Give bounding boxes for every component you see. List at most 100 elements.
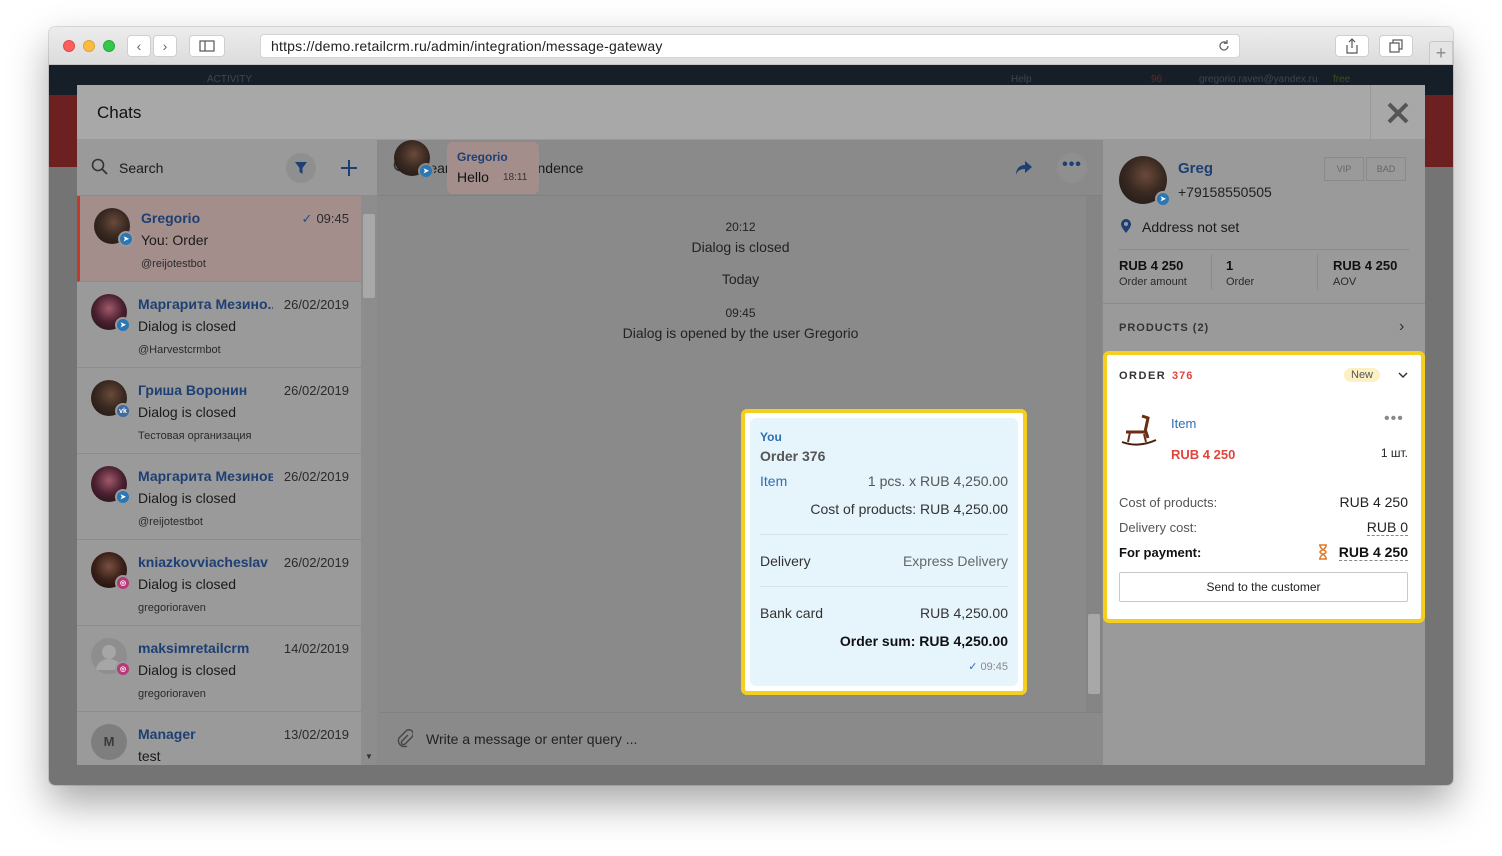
close-icon: [1387, 102, 1409, 123]
more-icon: •••: [1062, 156, 1082, 173]
chat-list-scrollbar[interactable]: ▼: [361, 196, 377, 765]
bad-tag-button[interactable]: BAD: [1366, 157, 1406, 181]
share-button[interactable]: [1335, 35, 1369, 57]
forward-button[interactable]: ›: [153, 35, 177, 57]
send-to-customer-button[interactable]: Send to the customer: [1119, 572, 1408, 602]
avatar: ➤: [394, 140, 434, 179]
scrollbar-thumb[interactable]: [363, 214, 375, 298]
vip-tag-button[interactable]: VIP: [1324, 157, 1364, 181]
divider: [1211, 254, 1212, 290]
chat-item[interactable]: ➤ Маргарита Мезино... 26/02/2019 Dialog …: [77, 282, 361, 368]
products-section[interactable]: PRODUCTS (2): [1119, 322, 1209, 334]
telegram-icon: ➤: [418, 163, 434, 179]
avatar: ◎: [91, 638, 131, 677]
chat-name: Gregorio: [141, 210, 201, 226]
chat-item[interactable]: vk Гриша Воронин 26/02/2019 Dialog is cl…: [77, 368, 361, 454]
chat-time: 13/02/2019: [283, 727, 349, 742]
conversation-scrollbar[interactable]: [1086, 196, 1102, 712]
forward-dialog-button[interactable]: [1009, 153, 1039, 183]
minimize-window-button[interactable]: [83, 40, 95, 52]
chat-last-message: Dialog is closed: [138, 662, 237, 678]
rocking-chair-icon: [1121, 414, 1157, 446]
cost-value: RUB 4 250: [1339, 494, 1408, 510]
telegram-icon: ➤: [115, 317, 131, 333]
order-title: Order 376: [760, 448, 826, 464]
vk-icon: vk: [115, 403, 131, 419]
order-cost-of-products: Cost of products: RUB 4,250.00: [810, 501, 1008, 517]
chat-item[interactable]: M Manager 13/02/2019 test: [77, 712, 361, 765]
delivery-value: Express Delivery: [902, 553, 1008, 569]
order-item-name[interactable]: Item: [1171, 416, 1196, 431]
order-payment-row: Bank card RUB 4,250.00: [760, 605, 1008, 621]
order-delivery-row: Delivery Express Delivery: [760, 553, 1008, 569]
search-icon: [91, 158, 108, 175]
check-icon: ✓: [301, 211, 313, 226]
order-item-name[interactable]: Item: [760, 473, 787, 489]
chat-last-message: You: Order: [141, 232, 209, 248]
order-number[interactable]: 376: [1172, 370, 1193, 382]
more-options-button[interactable]: •••: [1057, 153, 1087, 183]
chat-name: Гриша Воронин: [138, 382, 248, 398]
new-tab-button[interactable]: +: [1429, 41, 1453, 65]
paperclip-icon[interactable]: [395, 729, 413, 749]
instagram-icon: ◎: [115, 575, 131, 591]
message-composer: Write a message or enter query ...: [379, 712, 1102, 765]
chat-last-message: Dialog is closed: [138, 490, 237, 506]
order-status-badge[interactable]: New: [1344, 368, 1381, 382]
chevron-right-icon[interactable]: ›: [1399, 318, 1404, 336]
customer-name[interactable]: Greg: [1178, 160, 1213, 177]
chat-time: 26/02/2019: [283, 383, 349, 398]
close-modal-button[interactable]: [1370, 85, 1425, 140]
message-time: 18:11: [503, 172, 528, 183]
sidebar-icon: [199, 40, 215, 52]
date-separator: Today: [721, 271, 760, 287]
chat-channel: @reijotestbot: [138, 516, 203, 528]
message-author: Gregorio: [457, 150, 508, 164]
chat-item[interactable]: ◎ maksimretailcrm 14/02/2019 Dialog is c…: [77, 626, 361, 712]
tabs-icon: [1389, 39, 1403, 53]
maximize-window-button[interactable]: [103, 40, 115, 52]
check-icon: ✓: [968, 661, 978, 673]
avatar: M: [91, 724, 127, 760]
order-message-card[interactable]: You Order 376 Item 1 pcs. x RUB 4,250.00…: [750, 418, 1018, 686]
item-more-icon[interactable]: •••: [1384, 410, 1404, 428]
avatar: vk: [91, 380, 131, 419]
system-time: 20:12: [725, 220, 756, 234]
chat-item[interactable]: ◎ kniazkovviacheslav 26/02/2019 Dialog i…: [77, 540, 361, 626]
chat-last-message: test: [138, 748, 161, 764]
system-message: 20:12 Dialog is closed: [379, 220, 1102, 255]
hourglass-icon: [1319, 544, 1327, 560]
share-arrow-icon: [1016, 161, 1032, 175]
customer-address: Address not set: [1142, 219, 1240, 235]
delivery-cost-value[interactable]: RUB 0: [1366, 519, 1408, 536]
chat-time: 26/02/2019: [283, 469, 349, 484]
message-input[interactable]: Write a message or enter query ...: [426, 731, 637, 747]
payment-value[interactable]: RUB 4 250: [1338, 544, 1408, 561]
chat-time: 14/02/2019: [283, 641, 349, 656]
filter-button[interactable]: [286, 153, 316, 183]
telegram-icon: ➤: [118, 231, 134, 247]
customer-avatar: ➤: [1119, 156, 1171, 207]
chat-item-gregorio[interactable]: ➤ Gregorio ✓ 09:45 You: Order @reijotestb…: [77, 196, 361, 282]
add-chat-button[interactable]: [334, 153, 364, 183]
chat-name: maksimretailcrm: [138, 640, 250, 656]
sidebar-toggle-button[interactable]: [189, 35, 225, 57]
address-bar[interactable]: https://demo.retailcrm.ru/admin/integrat…: [260, 34, 1240, 58]
tabs-button[interactable]: [1379, 35, 1413, 57]
chat-time: 26/02/2019: [283, 297, 349, 312]
scrollbar-thumb[interactable]: [1088, 614, 1100, 694]
back-button[interactable]: ‹: [127, 35, 151, 57]
close-window-button[interactable]: [63, 40, 75, 52]
modal-header: Chats: [77, 85, 1425, 140]
share-icon: [1346, 38, 1358, 54]
delivery-cost-label: Delivery cost:: [1119, 520, 1198, 535]
chat-item[interactable]: ➤ Маргарита Мезинова 26/02/2019 Dialog i…: [77, 454, 361, 540]
divider: [1119, 249, 1409, 250]
browser-toolbar: ‹ › https://demo.retailcrm.ru/admin/inte…: [49, 27, 1453, 65]
scroll-down-icon[interactable]: ▼: [365, 752, 373, 761]
system-message: 09:45 Dialog is opened by the user Grego…: [379, 306, 1102, 341]
customer-phone: +79158550505: [1178, 184, 1272, 200]
chat-search-input[interactable]: Search: [119, 160, 163, 176]
chevron-down-icon[interactable]: [1398, 372, 1408, 380]
reload-icon[interactable]: [1217, 39, 1231, 53]
